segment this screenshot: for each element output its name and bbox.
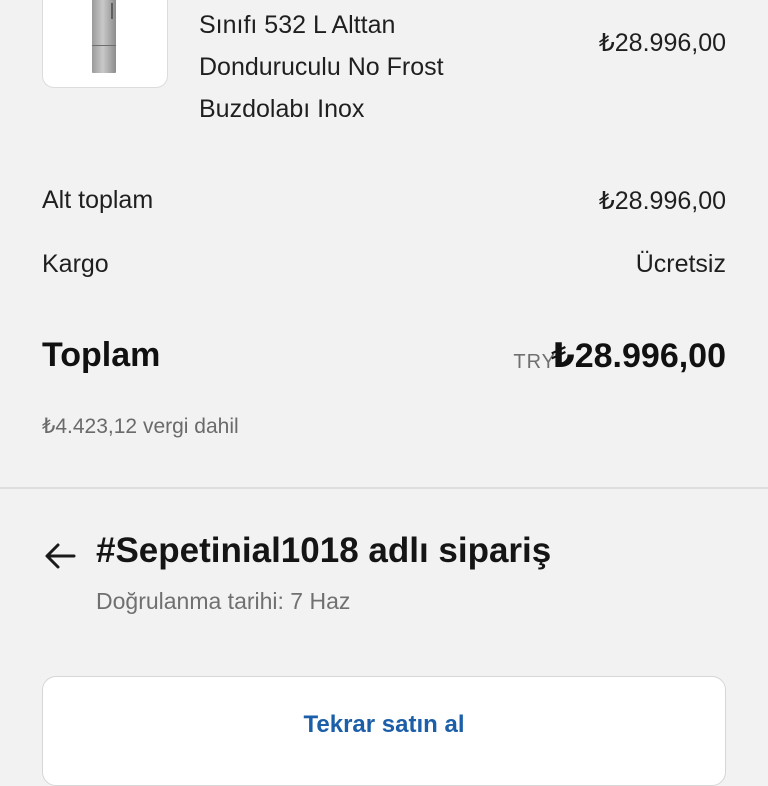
product-price: ₺28.996,00 bbox=[598, 29, 726, 57]
refrigerator-image bbox=[92, 0, 116, 73]
arrow-left-icon bbox=[45, 543, 76, 569]
total-label: Toplam bbox=[42, 336, 161, 374]
tax-note: ₺4.423,12 vergi dahil bbox=[42, 415, 239, 438]
section-divider bbox=[0, 487, 768, 489]
fridge-door-split bbox=[92, 45, 116, 46]
buy-again-label: Tekrar satın al bbox=[303, 711, 465, 738]
product-name-line: Sınıfı 532 L Alttan bbox=[199, 11, 396, 39]
shipping-value: Ücretsiz bbox=[635, 250, 726, 278]
total-currency: TRY bbox=[513, 351, 556, 373]
order-title: #Sepetinial1018 adlı sipariş bbox=[96, 531, 552, 570]
product-name-line: Donduruculu No Frost bbox=[199, 53, 444, 81]
shipping-label: Kargo bbox=[42, 250, 109, 278]
product-image[interactable] bbox=[42, 0, 168, 88]
product-name: Sınıfı 532 L Alttan Donduruculu No Frost… bbox=[199, 4, 529, 130]
fridge-handle bbox=[111, 3, 113, 19]
order-confirmed-date: Doğrulanma tarihi: 7 Haz bbox=[96, 588, 351, 614]
subtotal-value: ₺28.996,00 bbox=[598, 187, 726, 215]
product-name-line: Buzdolabı Inox bbox=[199, 95, 365, 123]
subtotal-label: Alt toplam bbox=[42, 186, 154, 214]
total-amount: ₺28.996,00 bbox=[551, 337, 726, 375]
buy-again-button[interactable]: Tekrar satın al bbox=[42, 676, 726, 786]
back-button[interactable] bbox=[40, 536, 80, 576]
